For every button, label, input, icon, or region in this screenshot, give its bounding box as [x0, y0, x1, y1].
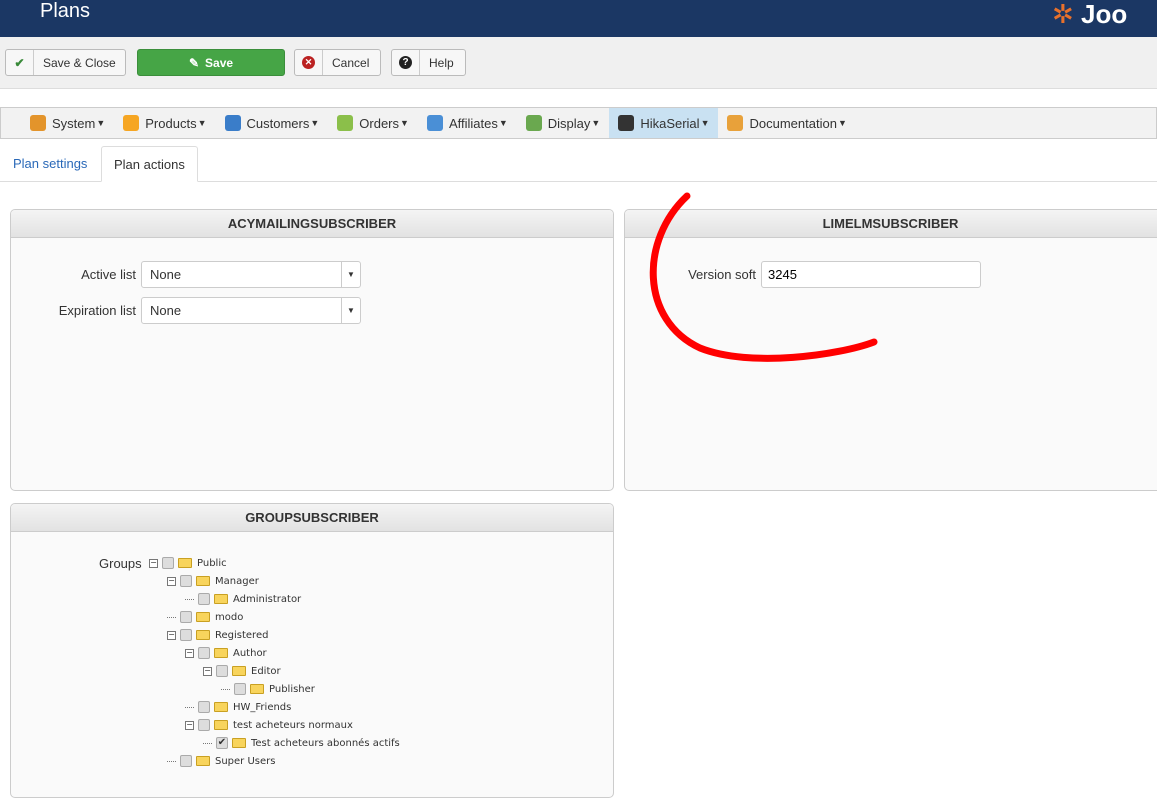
red-annotation-mark [649, 192, 878, 362]
